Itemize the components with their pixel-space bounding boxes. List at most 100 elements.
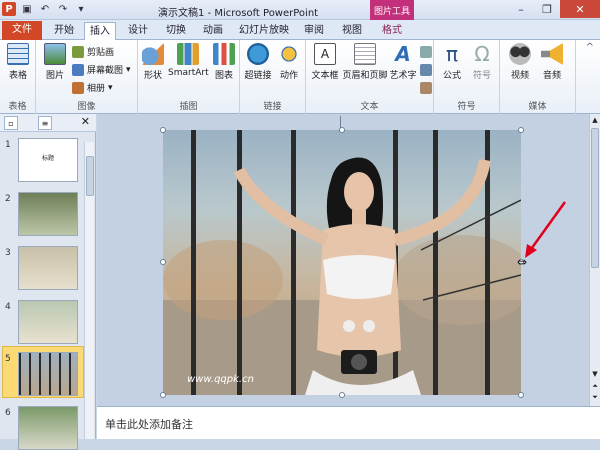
dropdown-icon: ▾ [126, 64, 131, 75]
audio-label: 音频 [542, 71, 561, 81]
smartart-label: SmartArt [168, 68, 209, 78]
tab-home[interactable]: 开始 [48, 22, 80, 40]
save-icon[interactable]: ▣ [20, 2, 34, 16]
ribbon: 表格 表格 图片 剪贴画 屏幕截图 ▾ 相册 ▾ 图像 形状 SmartArt 图表… [0, 40, 600, 114]
group-media: 视频 音频 媒体 [500, 40, 576, 114]
chart-icon [213, 43, 235, 65]
symbol-button[interactable]: Ω 符号 [468, 43, 496, 81]
scroll-down-icon[interactable]: ▼ [590, 370, 600, 380]
omega-icon: Ω [474, 42, 490, 66]
shapes-button[interactable]: 形状 [140, 43, 166, 81]
notes-pane[interactable]: 单击此处添加备注 [97, 406, 600, 439]
smartart-button[interactable]: SmartArt [168, 43, 209, 78]
collapse-ribbon-icon[interactable]: ^ [586, 42, 594, 53]
slide-number: 5 [5, 354, 11, 364]
screenshot-button[interactable]: 屏幕截图 ▾ [72, 63, 131, 76]
slide-number: 3 [5, 248, 11, 258]
slide1-title: 标题 [41, 155, 54, 162]
tab-file[interactable]: 文件 [2, 21, 42, 40]
slide-number: 2 [5, 194, 11, 204]
wordart-button[interactable]: A 艺术字 [388, 43, 418, 81]
chart-button[interactable]: 图表 [212, 43, 236, 81]
tab-view[interactable]: 视图 [336, 22, 368, 40]
quick-access-toolbar: P ▣ ↶ ↷ ▾ [2, 2, 88, 16]
picture-icon [44, 43, 66, 65]
slide-thumbnail-6[interactable] [18, 406, 78, 450]
next-slide-icon[interactable]: ⏷ [590, 393, 600, 403]
tab-insert[interactable]: 插入 [84, 22, 116, 41]
album-button[interactable]: 相册 ▾ [72, 81, 113, 94]
group-label-tables: 表格 [8, 102, 27, 112]
slide-thumbnail-2[interactable] [18, 192, 78, 236]
tab-format[interactable]: 格式 [376, 22, 408, 40]
undo-icon[interactable]: ↶ [38, 2, 52, 16]
picture-button[interactable]: 图片 [42, 43, 68, 81]
slide-thumbnail-3[interactable] [18, 246, 78, 290]
slide-thumbnail-4[interactable] [18, 300, 78, 344]
tab-transitions[interactable]: 切换 [160, 22, 192, 40]
resize-handle-bottom[interactable] [339, 392, 345, 398]
table-icon [7, 43, 29, 65]
resize-handle-br[interactable] [518, 392, 524, 398]
slide-number: 4 [5, 302, 11, 312]
textbox-button[interactable]: A 文本框 [308, 43, 342, 81]
resize-handle-bl[interactable] [160, 392, 166, 398]
audio-button[interactable]: 音频 [538, 43, 566, 81]
title-bar: P ▣ ↶ ↷ ▾ 演示文稿1 - Microsoft PowerPoint 图… [0, 0, 600, 20]
customize-qat-icon[interactable]: ▾ [74, 2, 88, 16]
slides-tab-icon[interactable]: ▫ [4, 116, 18, 130]
textbox-label: 文本框 [311, 71, 339, 81]
scroll-up-icon[interactable]: ▲ [590, 116, 600, 126]
action-icon [278, 43, 300, 65]
watermark-text: www.qqpk.cn [187, 374, 254, 385]
notes-placeholder: 单击此处添加备注 [105, 418, 193, 431]
resize-handle-tr[interactable] [518, 127, 524, 133]
group-illustrations: 形状 SmartArt 图表 插图 [138, 40, 240, 114]
slide-number-button[interactable] [420, 64, 432, 76]
action-button[interactable]: 动作 [276, 43, 302, 81]
film-reel-icon [509, 43, 531, 65]
table-button[interactable]: 表格 [5, 43, 31, 81]
editor-scrollbar[interactable]: ▲ ▼ ⏶ ⏷ [589, 114, 600, 406]
slides-scrollbar[interactable] [84, 142, 94, 439]
hyperlink-label: 超链接 [244, 71, 272, 81]
header-footer-button[interactable]: 页眉和页脚 [342, 43, 388, 81]
group-text: A 文本框 页眉和页脚 A 艺术字 文本 [306, 40, 434, 114]
slide-number-icon [420, 64, 432, 76]
slide-number: 1 [5, 140, 11, 150]
powerpoint-logo-icon[interactable]: P [2, 2, 16, 16]
resize-handle-left[interactable] [160, 259, 166, 265]
equation-button[interactable]: π 公式 [438, 43, 466, 81]
tab-design[interactable]: 设计 [122, 22, 154, 40]
clip-art-button[interactable]: 剪贴画 [72, 45, 114, 58]
tab-slideshow[interactable]: 幻灯片放映 [236, 22, 292, 40]
previous-slide-icon[interactable]: ⏶ [590, 382, 600, 392]
close-icon[interactable]: ✕ [560, 0, 600, 18]
screenshot-label: 屏幕截图 [87, 66, 124, 76]
scroll-thumb[interactable] [86, 156, 94, 196]
close-panel-icon[interactable]: ✕ [81, 115, 90, 128]
tab-review[interactable]: 审阅 [298, 22, 330, 40]
group-symbols: π 公式 Ω 符号 符号 [434, 40, 500, 114]
video-button[interactable]: 视频 [506, 43, 534, 81]
minimize-icon[interactable]: – [508, 0, 534, 18]
tab-animations[interactable]: 动画 [197, 22, 229, 40]
editor-scroll-thumb[interactable] [591, 128, 599, 268]
selected-picture[interactable]: www.qqpk.cn [163, 130, 521, 395]
slide-thumbnail-5[interactable] [18, 352, 78, 396]
wordart-label: 艺术字 [389, 71, 417, 81]
date-time-button[interactable] [420, 46, 432, 58]
object-button[interactable] [420, 82, 432, 94]
rotate-handle-icon[interactable] [340, 116, 344, 128]
resize-handle-tl[interactable] [160, 127, 166, 133]
redo-icon[interactable]: ↷ [56, 2, 70, 16]
hyperlink-button[interactable]: 超链接 [244, 43, 272, 81]
bar [291, 130, 296, 395]
wordart-icon: A [395, 42, 411, 66]
speaker-icon [541, 43, 563, 65]
slide-editor: www.qqpk.cn ⇔ [97, 114, 589, 406]
slide-thumbnail-1[interactable]: 标题 [18, 138, 78, 182]
restore-icon[interactable]: ❐ [534, 0, 560, 18]
group-tables: 表格 表格 [0, 40, 36, 114]
outline-tab-icon[interactable]: ≡ [38, 116, 52, 130]
